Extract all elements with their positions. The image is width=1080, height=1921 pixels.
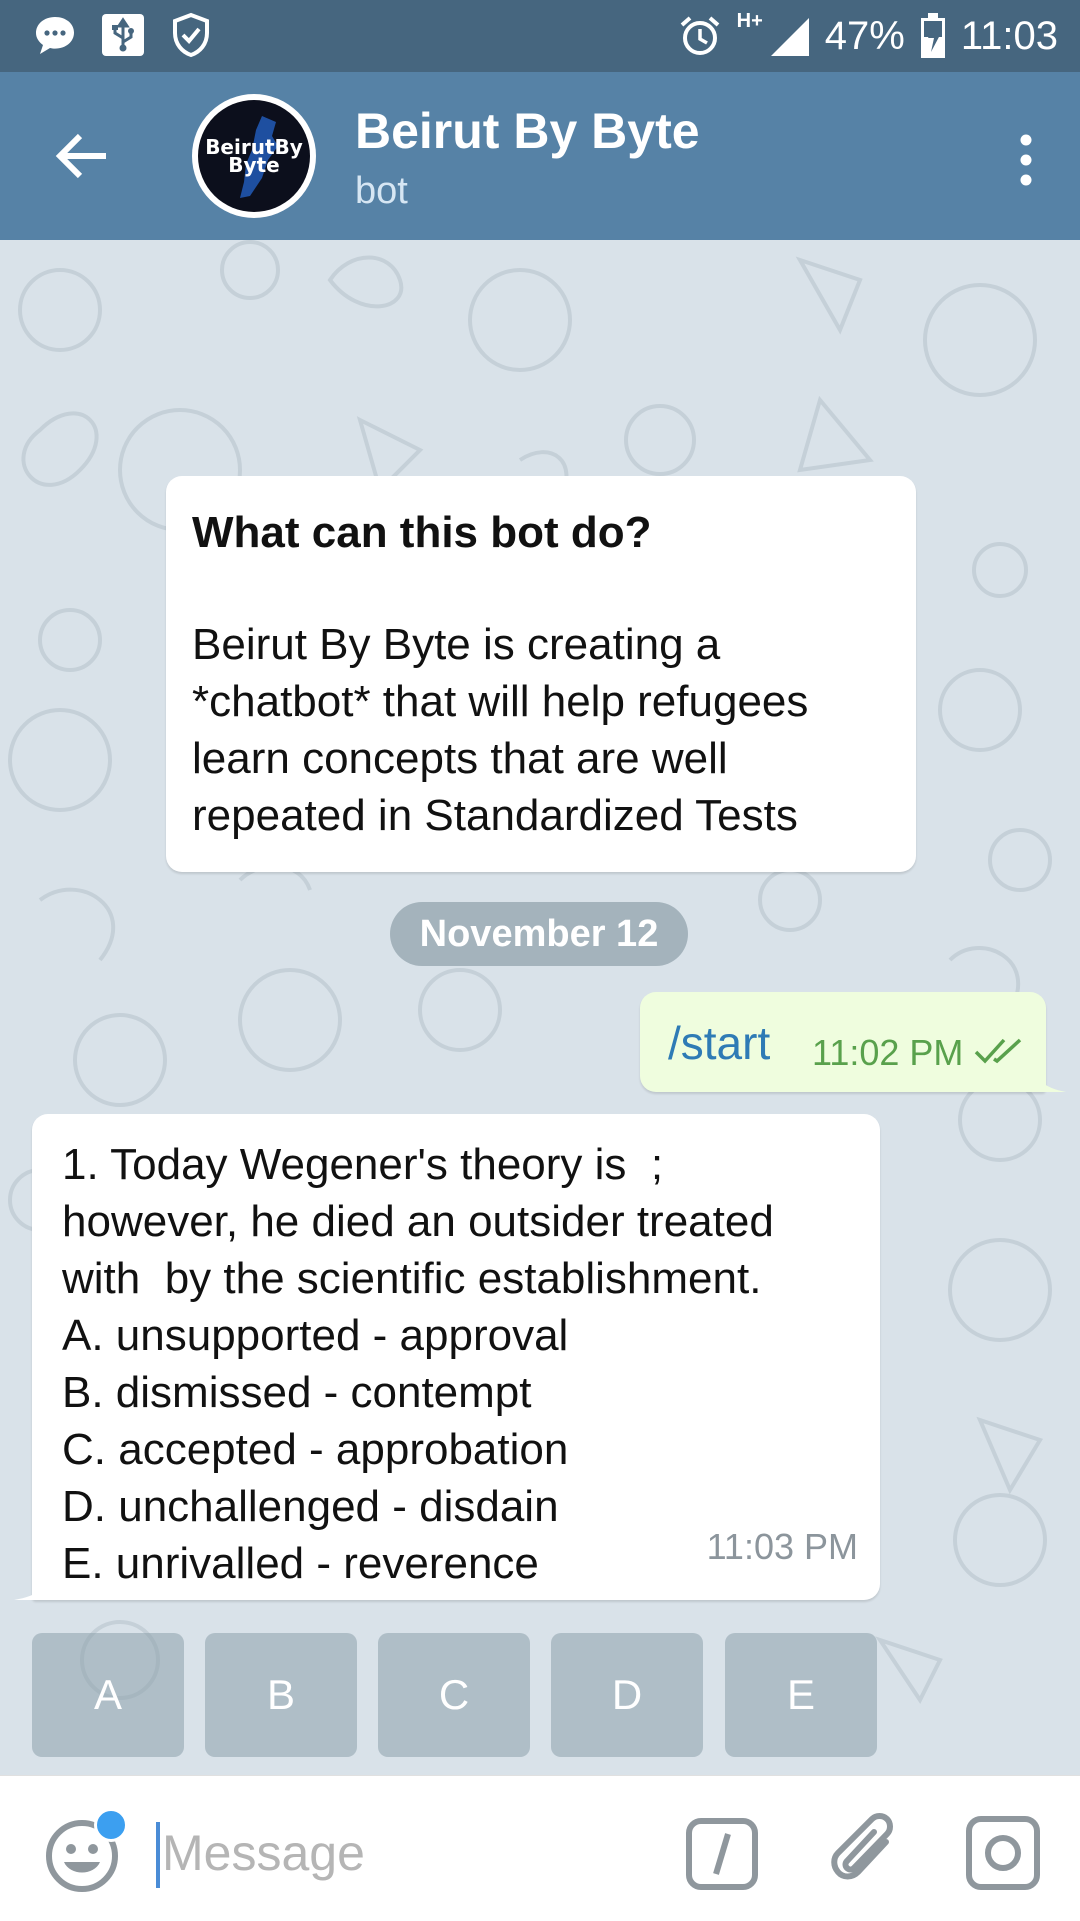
answer-option: B. dismissed - contempt xyxy=(62,1368,532,1417)
reply-button-a[interactable]: A xyxy=(32,1633,184,1757)
more-options-button[interactable] xyxy=(1012,130,1040,190)
more-vertical-icon xyxy=(1020,134,1032,186)
battery-percent: 47% xyxy=(824,13,905,58)
bot-info-title: What can this bot do? xyxy=(192,508,652,557)
outgoing-bubble-tail xyxy=(1030,1060,1066,1092)
text-cursor xyxy=(156,1822,160,1888)
notification-dot xyxy=(94,1808,128,1842)
incoming-message-time: 11:03 PM xyxy=(706,1526,858,1567)
clock: 11:03 xyxy=(960,13,1058,58)
chat-title[interactable]: Beirut By Byte xyxy=(355,102,700,160)
battery-charging-icon xyxy=(920,13,945,58)
reply-button-b[interactable]: B xyxy=(205,1633,357,1757)
signal-icon xyxy=(770,18,809,56)
chat-notification-icon xyxy=(32,10,78,60)
message-input[interactable] xyxy=(162,1812,662,1894)
double-check-icon xyxy=(974,1038,1022,1064)
question-line: with by the scientific establishment. xyxy=(62,1254,762,1303)
status-bar: H+ 47% 11:03 xyxy=(0,0,1080,72)
reply-button-e[interactable]: E xyxy=(725,1633,877,1757)
answer-option: E. unrivalled - reverence xyxy=(62,1539,539,1588)
bot-avatar[interactable]: BeirutBy Byte xyxy=(192,94,316,218)
attach-button[interactable] xyxy=(828,1810,908,1896)
network-type: H+ xyxy=(736,10,763,32)
usb-icon xyxy=(100,10,146,60)
message-list[interactable]: What can this bot do? Beirut By Byte is … xyxy=(0,240,1080,1775)
reply-button-c[interactable]: C xyxy=(378,1633,530,1757)
bot-info-description: Beirut By Byte is creating a *chatbot* t… xyxy=(192,620,809,840)
notification-icons xyxy=(32,10,214,60)
outgoing-message-time: 11:02 PM xyxy=(812,1032,964,1073)
slash-command-icon xyxy=(686,1818,758,1890)
reply-button-d[interactable]: D xyxy=(551,1633,703,1757)
answer-option: C. accepted - approbation xyxy=(62,1425,569,1474)
question-line: however, he died an outsider treated xyxy=(62,1197,774,1246)
chat-header: BeirutBy Byte Beirut By Byte bot xyxy=(0,72,1080,240)
bot-command-button[interactable] xyxy=(684,1816,760,1892)
camera-icon xyxy=(966,1816,1040,1890)
outgoing-message[interactable]: /start 11:02 PM xyxy=(640,992,1046,1092)
incoming-bubble-tail xyxy=(14,1568,54,1600)
incoming-message[interactable]: 1. Today Wegener's theory is ; however, … xyxy=(32,1114,880,1600)
arrow-left-icon xyxy=(55,133,106,179)
shield-check-icon xyxy=(168,10,214,60)
answer-option: A. unsupported - approval xyxy=(62,1311,569,1360)
answer-option: D. unchallenged - disdain xyxy=(62,1482,559,1531)
date-separator: November 12 xyxy=(390,902,688,966)
message-composer xyxy=(0,1775,1080,1921)
avatar-image: BeirutBy Byte xyxy=(198,100,310,212)
bot-info-card: What can this bot do? Beirut By Byte is … xyxy=(166,476,916,872)
question-line: 1. Today Wegener's theory is ; xyxy=(62,1140,664,1189)
back-button[interactable] xyxy=(52,128,112,184)
avatar-label: BeirutBy Byte xyxy=(205,135,303,177)
paperclip-icon xyxy=(831,1813,893,1880)
camera-button[interactable] xyxy=(964,1814,1042,1892)
alarm-icon xyxy=(680,16,719,55)
status-indicators: H+ 47% 11:03 xyxy=(677,0,1058,72)
chat-subtitle: bot xyxy=(355,170,408,212)
outgoing-message-text[interactable]: /start xyxy=(668,1016,770,1070)
